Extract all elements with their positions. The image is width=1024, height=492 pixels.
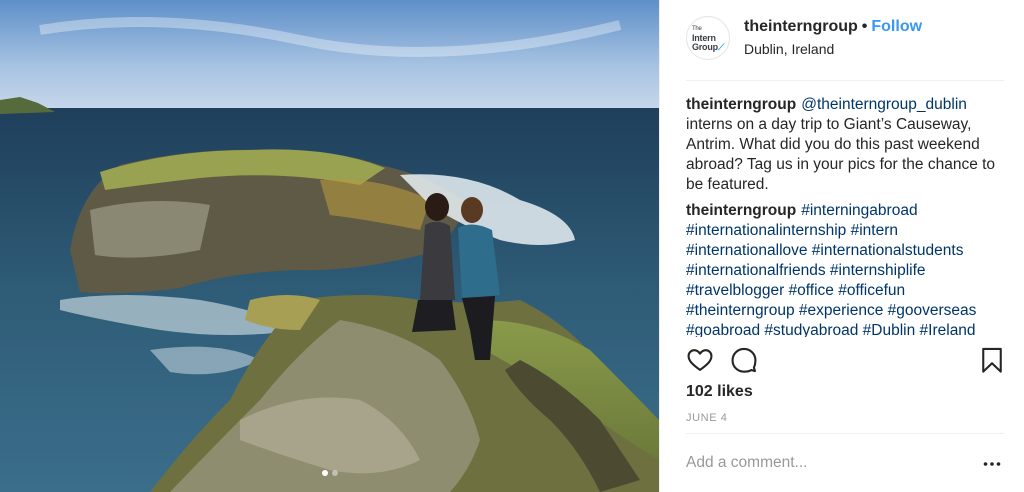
carousel-dot-1[interactable] bbox=[321, 470, 328, 476]
intern-group-logo: The Intern Group⟋ bbox=[691, 25, 725, 52]
post-side-panel: The Intern Group⟋ theinterngroup • Follow … bbox=[659, 0, 1024, 492]
header-user-line: theinterngroup • Follow bbox=[744, 18, 922, 36]
heart-icon[interactable] bbox=[686, 346, 716, 376]
mention-link[interactable]: @theinterngroup_dublin bbox=[801, 96, 967, 113]
caption-comment: theinterngroup @theinterngroup_dublin int… bbox=[686, 95, 1004, 195]
ellipsis-icon[interactable] bbox=[982, 454, 1002, 474]
avatar[interactable]: The Intern Group⟋ bbox=[686, 16, 730, 60]
carousel-indicator bbox=[0, 470, 659, 476]
divider bbox=[686, 433, 1004, 434]
username-link[interactable]: theinterngroup bbox=[744, 18, 858, 35]
post-date[interactable]: JUNE 4 bbox=[686, 412, 728, 424]
add-comment-input[interactable] bbox=[686, 452, 956, 474]
location-link[interactable]: Dublin, Ireland bbox=[744, 41, 834, 57]
comment-username[interactable]: theinterngroup bbox=[686, 202, 796, 219]
caption-text: interns on a day trip to Giant’s Causewa… bbox=[686, 116, 996, 193]
comment-username[interactable]: theinterngroup bbox=[686, 96, 796, 113]
hashtags-links[interactable]: #interningabroad #internationalinternshi… bbox=[686, 202, 976, 337]
instagram-post: The Intern Group⟋ theinterngroup • Follow … bbox=[0, 0, 1024, 492]
separator-dot: • bbox=[861, 18, 868, 35]
coastal-cliff-image bbox=[0, 0, 659, 492]
carousel-dot-2[interactable] bbox=[331, 470, 338, 476]
hashtags-comment: theinterngroup #interningabroad #internat… bbox=[686, 201, 1004, 337]
action-bar bbox=[686, 346, 1004, 376]
bookmark-icon[interactable] bbox=[978, 346, 1008, 376]
post-header: The Intern Group⟋ theinterngroup • Follow … bbox=[686, 14, 1004, 81]
follow-button[interactable]: Follow bbox=[871, 18, 922, 35]
post-photo[interactable] bbox=[0, 0, 659, 492]
comments-section: theinterngroup @theinterngroup_dublin int… bbox=[686, 95, 1004, 337]
comment-bubble-icon[interactable] bbox=[730, 346, 760, 376]
likes-count[interactable]: 102 likes bbox=[686, 383, 753, 401]
